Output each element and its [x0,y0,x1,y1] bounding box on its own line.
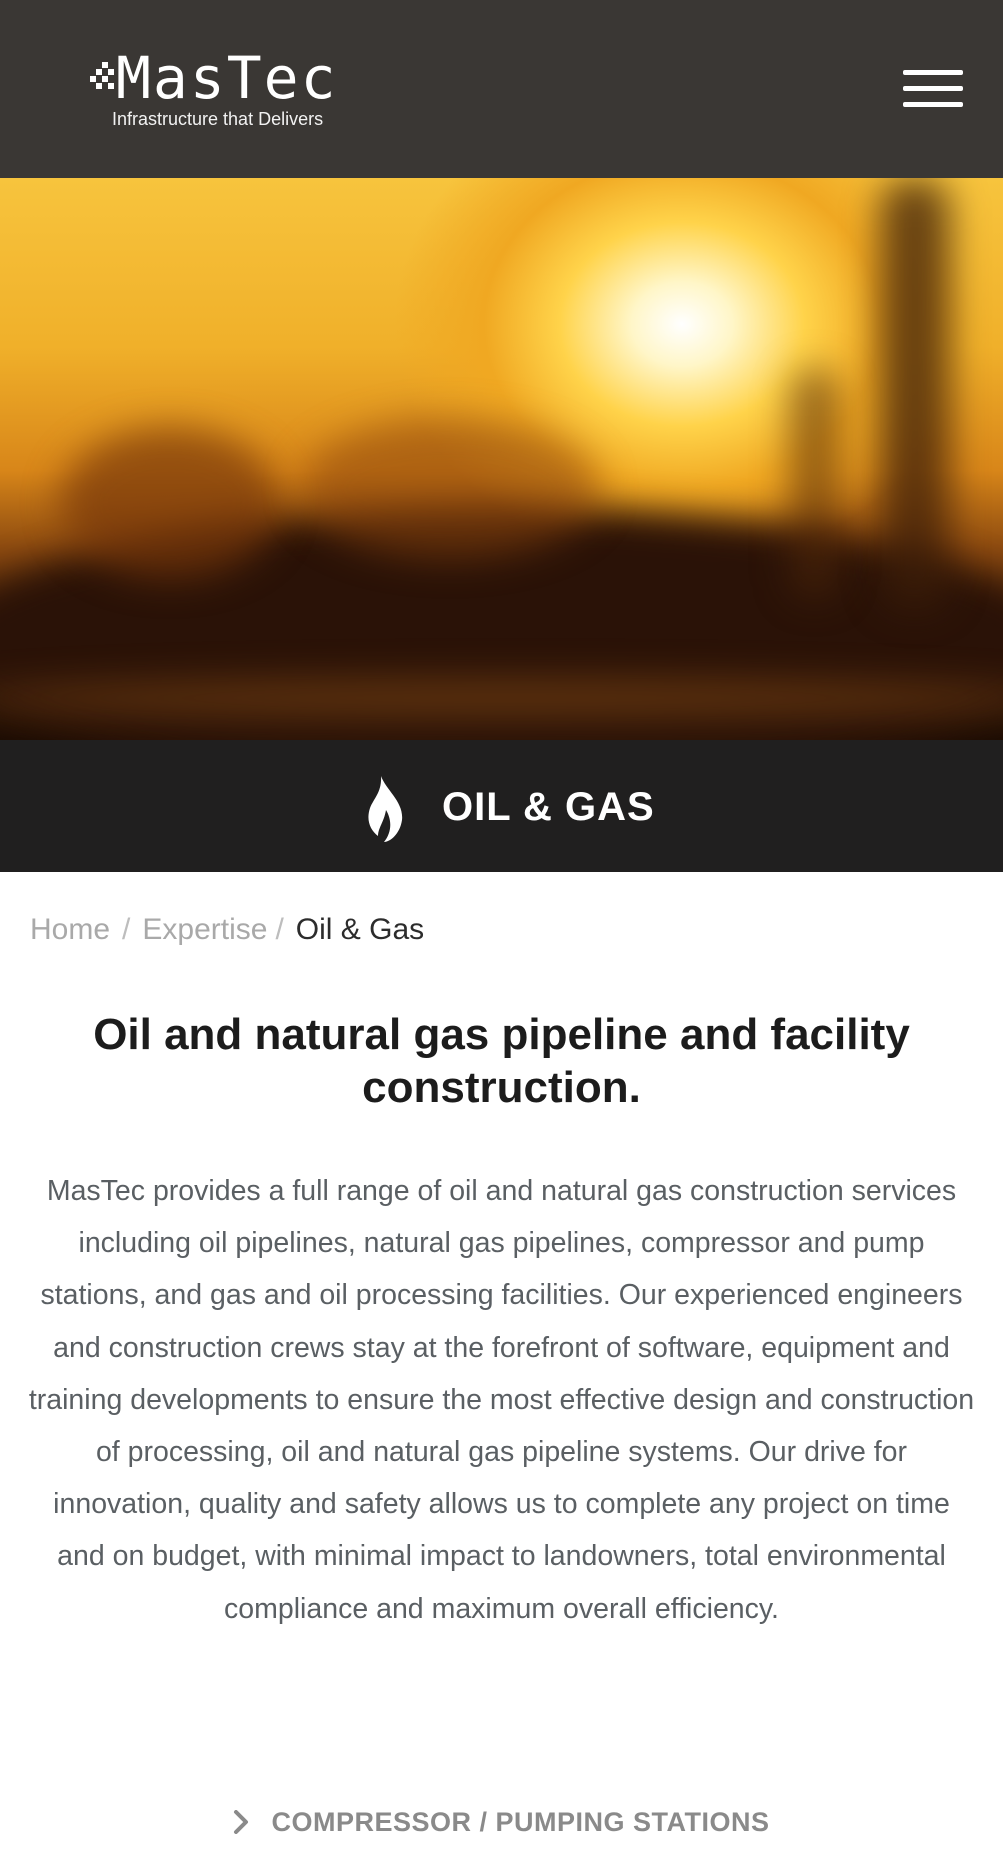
logo-mark-icon [90,62,114,92]
breadcrumb-current: Oil & Gas [295,913,425,946]
site-header: MasTec Infrastructure that Delivers [0,0,1003,178]
compressor-pumping-stations-toggle[interactable]: COMPRESSOR / PUMPING STATIONS [0,1800,1003,1844]
flame-icon [368,776,403,842]
logo-tagline: Infrastructure that Delivers [112,109,324,129]
breadcrumb-expertise-link[interactable]: Expertise [142,913,267,946]
page-heading: Oil and natural gas pipeline and facilit… [93,1010,910,1112]
logo-name: MasTec [116,44,338,112]
mastec-logo[interactable]: MasTec Infrastructure that Delivers [90,48,360,134]
hero-image [0,178,1003,740]
toggle-label: COMPRESSOR / PUMPING STATIONS [271,1807,770,1837]
section-title-band: OIL & GAS [0,740,1003,872]
page: MasTec Infrastructure that Delivers OIL … [0,0,1003,1861]
intro-paragraph: MasTec provides a full range of oil and … [28,1175,975,1625]
chevron-right-icon [234,1810,249,1834]
breadcrumb-home-link[interactable]: Home [30,913,110,946]
hamburger-menu-icon[interactable] [903,70,963,108]
breadcrumb-separator: / [122,913,131,946]
breadcrumb-separator: / [275,913,284,946]
section-title: OIL & GAS [442,785,655,829]
breadcrumb: Home / Expertise / Oil & Gas [30,910,424,950]
